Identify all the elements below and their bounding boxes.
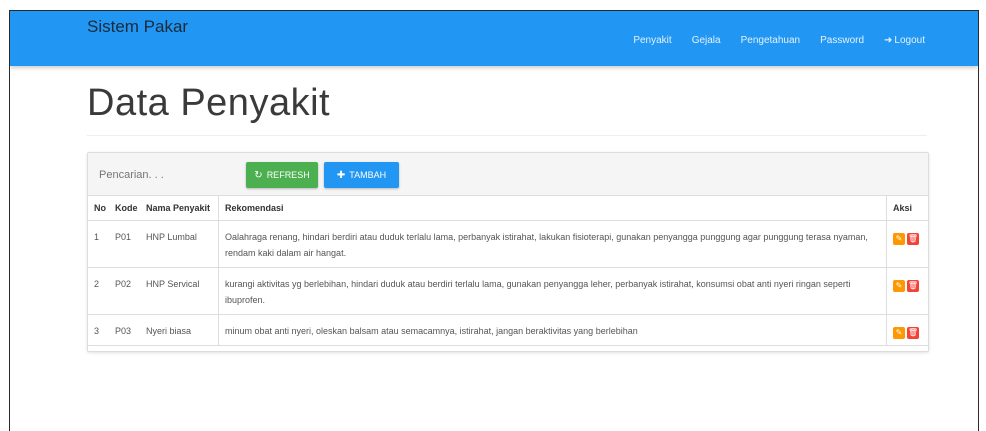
- table-header-row: No Kode Nama Penyakit Rekomendasi Aksi: [88, 196, 928, 221]
- cell-kode: P02: [109, 267, 140, 315]
- cell-no: 1: [88, 220, 109, 268]
- cell-aksi: ✎ 🗑: [886, 267, 928, 315]
- header-kode: Kode: [109, 196, 140, 221]
- logout-icon: ➜: [884, 35, 893, 46]
- refresh-label: REFRESH: [266, 170, 310, 180]
- cell-no: 2: [88, 267, 109, 315]
- add-label: TAMBAH: [349, 170, 387, 180]
- cell-nama: Nyeri biasa: [140, 314, 219, 346]
- page-title: Data Penyakit: [87, 82, 331, 124]
- refresh-button[interactable]: ↻ REFRESH: [246, 162, 318, 188]
- brand-title[interactable]: Sistem Pakar: [87, 17, 188, 37]
- cell-no: 3: [88, 314, 109, 346]
- header-rekomendasi: Rekomendasi: [218, 196, 887, 221]
- cell-rekomendasi: Oalahraga renang, hindari berdiri atau d…: [218, 220, 887, 268]
- header-aksi: Aksi: [886, 196, 928, 221]
- delete-button[interactable]: 🗑: [907, 233, 919, 245]
- table-row: 1 P01 HNP Lumbal Oalahraga renang, hinda…: [88, 220, 928, 268]
- browser-viewport: Sistem Pakar Penyakit Gejala Pengetahuan…: [9, 10, 979, 431]
- header-no: No: [88, 196, 109, 221]
- trash-icon: 🗑: [907, 281, 919, 290]
- cell-aksi: ✎ 🗑: [886, 220, 928, 268]
- panel-heading: ↻ REFRESH ✚ TAMBAH: [88, 153, 928, 196]
- nav-item-pengetahuan[interactable]: Pengetahuan: [741, 35, 801, 46]
- nav-item-logout[interactable]: ➜ Logout: [884, 35, 925, 46]
- edit-button[interactable]: ✎: [893, 280, 905, 292]
- table-row: 3 P03 Nyeri biasa minum obat anti nyeri,…: [88, 314, 928, 346]
- edit-button[interactable]: ✎: [893, 233, 905, 245]
- edit-icon: ✎: [895, 281, 903, 290]
- add-button[interactable]: ✚ TAMBAH: [324, 162, 399, 188]
- edit-icon: ✎: [895, 328, 903, 337]
- edit-icon: ✎: [895, 234, 903, 243]
- trash-icon: 🗑: [907, 234, 919, 243]
- nav-item-password[interactable]: Password: [820, 35, 864, 46]
- logout-label: Logout: [894, 35, 925, 46]
- trash-icon: 🗑: [907, 328, 919, 337]
- edit-button[interactable]: ✎: [893, 327, 905, 339]
- disease-table: No Kode Nama Penyakit Rekomendasi Aksi 1…: [88, 196, 928, 346]
- nav-item-gejala[interactable]: Gejala: [692, 35, 721, 46]
- delete-button[interactable]: 🗑: [907, 327, 919, 339]
- navbar: Sistem Pakar Penyakit Gejala Pengetahuan…: [10, 11, 978, 66]
- header-nama: Nama Penyakit: [140, 196, 219, 221]
- cell-rekomendasi: kurangi aktivitas yg berlebihan, hindari…: [218, 267, 887, 315]
- cell-kode: P03: [109, 314, 140, 346]
- nav-item-penyakit[interactable]: Penyakit: [633, 35, 671, 46]
- delete-button[interactable]: 🗑: [907, 280, 919, 292]
- table-row: 2 P02 HNP Servical kurangi aktivitas yg …: [88, 267, 928, 315]
- nav-menu: Penyakit Gejala Pengetahuan Password ➜ Lo…: [613, 35, 978, 46]
- data-panel: ↻ REFRESH ✚ TAMBAH No Kode Nama Penyakit…: [87, 152, 929, 352]
- cell-aksi: ✎ 🗑: [886, 314, 928, 346]
- cell-kode: P01: [109, 220, 140, 268]
- cell-nama: HNP Lumbal: [140, 220, 219, 268]
- cell-nama: HNP Servical: [140, 267, 219, 315]
- refresh-icon: ↻: [254, 169, 263, 181]
- title-divider: [87, 135, 927, 136]
- plus-icon: ✚: [336, 169, 346, 181]
- search-input[interactable]: [97, 168, 221, 182]
- cell-rekomendasi: minum obat anti nyeri, oleskan balsam at…: [218, 314, 887, 346]
